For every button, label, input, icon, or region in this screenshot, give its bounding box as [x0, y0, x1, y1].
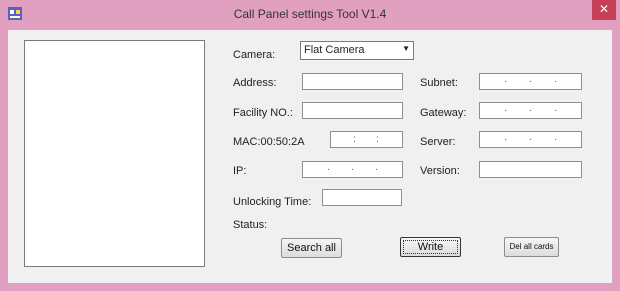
window-frame-right: [612, 30, 620, 291]
version-label: Version:: [420, 165, 460, 177]
server-label: Server:: [420, 136, 456, 148]
address-label: Address:: [233, 77, 277, 89]
unlocking-time-field[interactable]: [322, 189, 402, 206]
ip-label: IP:: [233, 165, 247, 177]
status-label: Status:: [233, 219, 268, 231]
dropdown-arrow-icon[interactable]: ▼: [402, 44, 410, 53]
title-bar: Call Panel settings Tool V1.4 ✕: [0, 0, 620, 30]
gateway-label: Gateway:: [420, 107, 467, 119]
mac-field[interactable]: ::: [330, 131, 403, 148]
camera-select[interactable]: Flat Camera ▼: [300, 41, 414, 60]
del-all-cards-button[interactable]: Del all cards: [504, 237, 559, 257]
window-frame-left: [0, 30, 8, 291]
window-frame-bottom: [0, 283, 620, 291]
camera-select-value: Flat Camera: [304, 44, 365, 56]
search-all-button[interactable]: Search all: [281, 238, 342, 258]
address-field[interactable]: [302, 73, 403, 90]
subnet-ip-field[interactable]: · · ·: [479, 73, 582, 90]
gateway-ip-field[interactable]: · · ·: [479, 102, 582, 119]
window-title: Call Panel settings Tool V1.4: [233, 7, 387, 21]
server-ip-field[interactable]: · · ·: [479, 131, 582, 148]
close-icon[interactable]: ✕: [592, 0, 616, 20]
subnet-label: Subnet:: [420, 77, 458, 89]
facility-field[interactable]: [302, 102, 403, 119]
ip-field[interactable]: · · ·: [302, 161, 403, 178]
device-list[interactable]: [24, 40, 205, 267]
write-button[interactable]: Write: [400, 237, 461, 257]
facility-label: Facility NO.:: [233, 107, 293, 119]
unlocking-time-label: Unlocking Time:: [233, 196, 312, 208]
version-field[interactable]: [479, 161, 582, 178]
mac-label: MAC:00:50:2A: [233, 136, 305, 148]
camera-label: Camera:: [233, 49, 276, 61]
focus-rect: [403, 240, 458, 254]
